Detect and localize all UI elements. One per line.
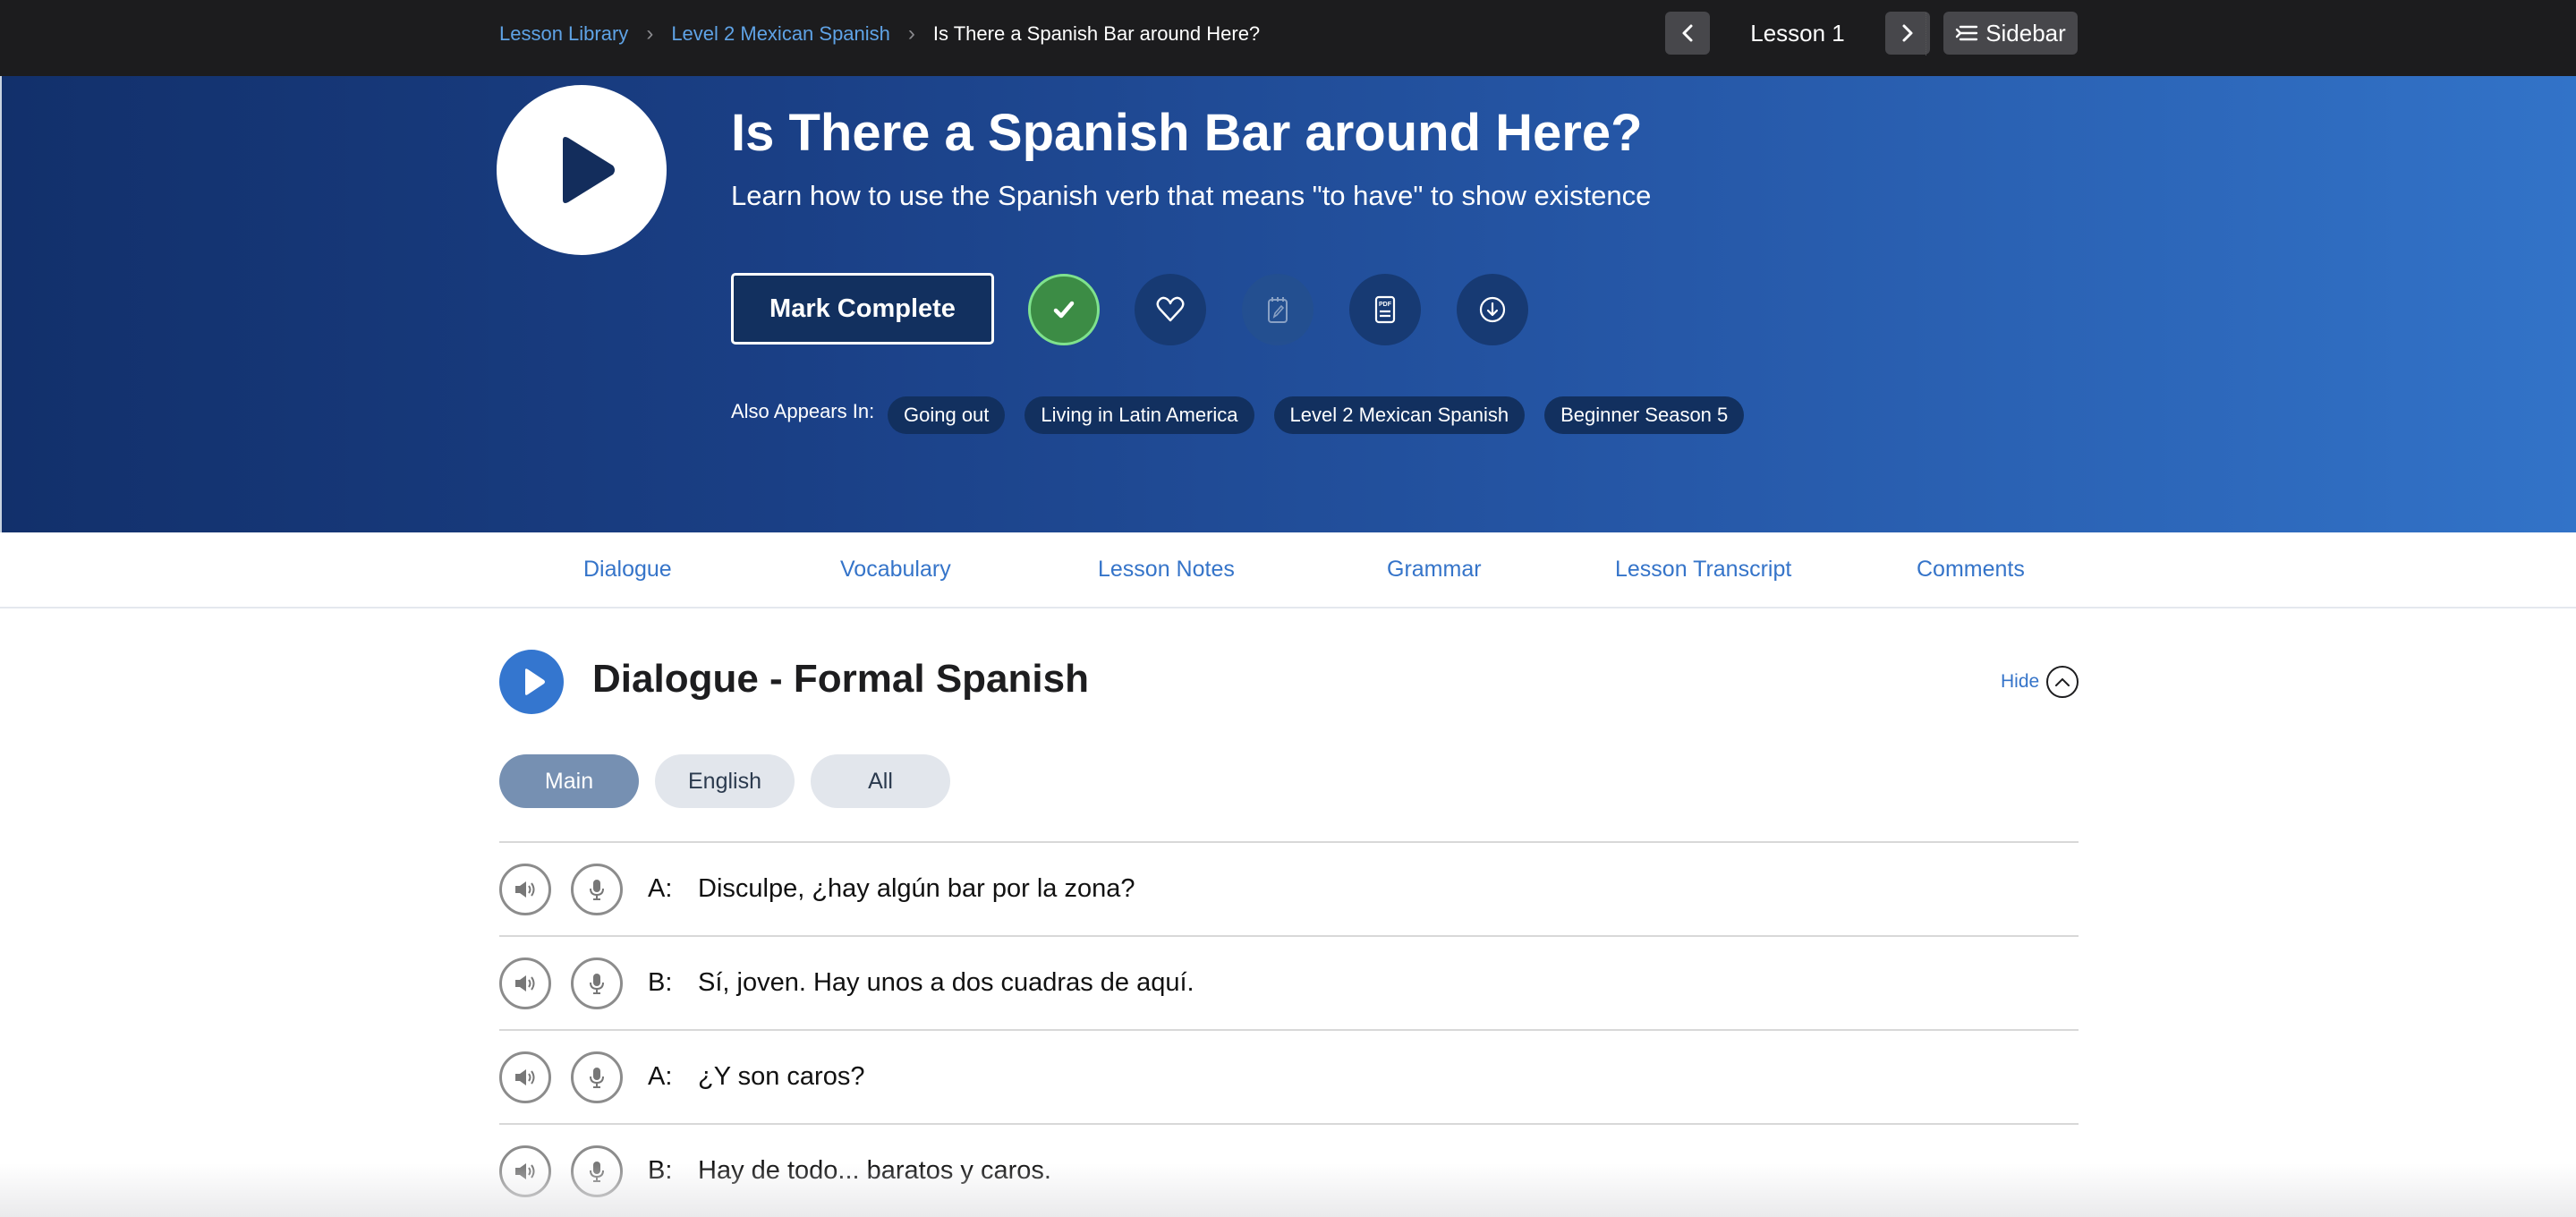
tag-going-out[interactable]: Going out (888, 396, 1006, 434)
notepad-icon (1268, 297, 1288, 323)
filter-main[interactable]: Main (499, 754, 639, 808)
tab-comments[interactable]: Comments (1917, 532, 2025, 607)
speaker-label: A: (648, 1062, 673, 1091)
chevron-left-icon (1682, 24, 1693, 42)
top-bar: Lesson Library › Level 2 Mexican Spanish… (0, 0, 2576, 76)
line-text: Hay de todo... baratos y caros. (698, 1156, 1051, 1185)
breadcrumb-current: Is There a Spanish Bar around Here? (932, 21, 1261, 45)
line-text: ¿Y son caros? (698, 1062, 865, 1091)
play-audio-button[interactable] (499, 1145, 551, 1197)
heart-icon (1156, 296, 1185, 322)
favorite-button[interactable] (1135, 274, 1206, 345)
tab-dialogue[interactable]: Dialogue (583, 532, 672, 607)
lesson-navigation: Lesson 1 (1665, 12, 1930, 55)
dialogue-line: B: Sí, joven. Hay unos a dos cuadras de … (499, 935, 2079, 1029)
tab-lesson-notes[interactable]: Lesson Notes (1098, 532, 1235, 607)
dialogue-line: B: Hay de todo... baratos y caros. (499, 1123, 2079, 1217)
speaker-label: A: (648, 874, 673, 903)
breadcrumb: Lesson Library › Level 2 Mexican Spanish… (499, 0, 1260, 67)
play-audio-button[interactable] (499, 957, 551, 1009)
play-icon (524, 668, 545, 695)
record-button[interactable] (571, 957, 623, 1009)
record-button[interactable] (571, 1145, 623, 1197)
download-button[interactable] (1457, 274, 1528, 345)
microphone-icon (590, 879, 604, 900)
lesson-number: Lesson 1 (1750, 19, 1845, 47)
also-appears-tags: Going out Living in Latin America Level … (888, 396, 1745, 434)
speaker-icon (515, 881, 535, 898)
filter-english[interactable]: English (655, 754, 795, 808)
lesson-tabs: Dialogue Vocabulary Lesson Notes Grammar… (0, 532, 2576, 608)
dialogue-line: A: Disculpe, ¿hay algún bar por la zona? (499, 841, 2079, 935)
hide-dialogue-toggle[interactable]: Hide (2001, 666, 2079, 698)
breadcrumb-lesson-library[interactable]: Lesson Library (499, 22, 628, 46)
lesson-play-button[interactable] (497, 85, 667, 255)
line-text: Sí, joven. Hay unos a dos cuadras de aqu… (698, 968, 1194, 997)
lesson-subtitle: Learn how to use the Spanish verb that m… (731, 180, 1652, 211)
lesson-title: Is There a Spanish Bar around Here? (731, 104, 1643, 162)
check-icon (1053, 301, 1075, 319)
hide-label: Hide (2001, 671, 2040, 692)
dialogue-filters: Main English All (499, 754, 950, 808)
completed-check-button[interactable] (1028, 274, 1100, 345)
chevron-right-icon (1902, 24, 1913, 42)
notes-button[interactable] (1242, 274, 1314, 345)
chevron-right-icon: › (907, 21, 915, 46)
download-icon (1479, 296, 1506, 323)
sidebar-button[interactable]: Sidebar (1943, 12, 2078, 55)
next-lesson-button[interactable] (1885, 12, 1930, 55)
lesson-hero: Is There a Spanish Bar around Here? Lear… (2, 76, 2576, 532)
sidebar-label: Sidebar (1985, 19, 2066, 47)
previous-lesson-button[interactable] (1665, 12, 1710, 55)
speaker-icon (515, 1162, 535, 1179)
record-button[interactable] (571, 863, 623, 915)
tab-grammar[interactable]: Grammar (1387, 532, 1482, 607)
filter-all[interactable]: All (811, 754, 950, 808)
play-icon (563, 137, 615, 203)
tag-level-2-mexican-spanish[interactable]: Level 2 Mexican Spanish (1273, 396, 1526, 434)
play-audio-button[interactable] (499, 1051, 551, 1103)
microphone-icon (590, 973, 604, 994)
pdf-button[interactable]: PDF (1349, 274, 1421, 345)
dialogue-line: A: ¿Y son caros? (499, 1029, 2079, 1123)
dialogue-play-button[interactable] (499, 650, 564, 714)
breadcrumb-level-2-mexican-spanish[interactable]: Level 2 Mexican Spanish (671, 22, 890, 46)
tag-beginner-season-5[interactable]: Beginner Season 5 (1544, 396, 1745, 434)
also-appears-label: Also Appears In: (731, 400, 875, 422)
speaker-icon (515, 1068, 535, 1085)
tab-vocabulary[interactable]: Vocabulary (840, 532, 951, 607)
line-text: Disculpe, ¿hay algún bar por la zona? (698, 874, 1135, 903)
microphone-icon (590, 1161, 604, 1182)
record-button[interactable] (571, 1051, 623, 1103)
sidebar-menu-icon (1955, 25, 1978, 41)
chevron-right-icon: › (646, 21, 654, 46)
speaker-icon (515, 974, 535, 991)
speaker-label: B: (648, 1156, 673, 1185)
tag-living-in-latin-america[interactable]: Living in Latin America (1024, 396, 1254, 434)
dialogue-title: Dialogue - Formal Spanish (592, 657, 1089, 701)
play-audio-button[interactable] (499, 863, 551, 915)
microphone-icon (590, 1067, 604, 1088)
tab-lesson-transcript[interactable]: Lesson Transcript (1615, 532, 1791, 607)
mark-complete-button[interactable]: Mark Complete (731, 273, 994, 345)
svg-text:PDF: PDF (1379, 302, 1392, 308)
speaker-label: B: (648, 968, 673, 997)
dialogue-lines: A: Disculpe, ¿hay algún bar por la zona?… (499, 841, 2079, 1217)
chevron-up-icon (2046, 666, 2079, 698)
pdf-icon: PDF (1374, 295, 1396, 324)
